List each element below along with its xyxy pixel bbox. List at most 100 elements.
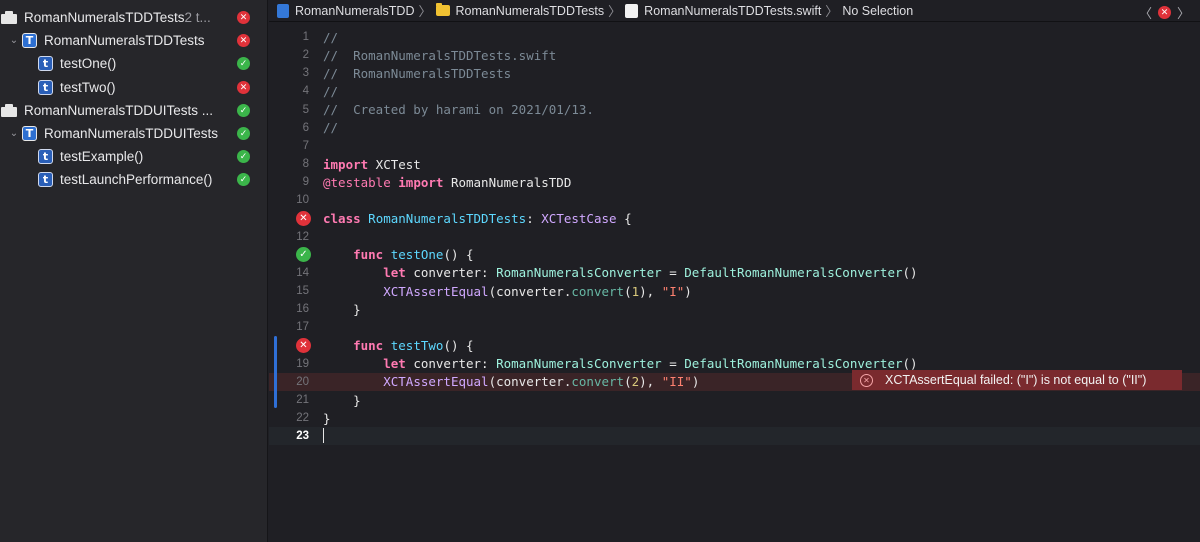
text-cursor <box>323 428 324 443</box>
code-text: // Created by harami on 2021/01/13. <box>323 102 594 117</box>
code-line[interactable]: 8 import XCTest <box>269 155 1200 173</box>
code-line[interactable]: 22} <box>269 409 1200 427</box>
code-token: (converter. <box>488 283 572 299</box>
test-passed-icon[interactable]: ✓ <box>237 150 250 163</box>
test-passed-icon[interactable]: ✓ <box>237 173 250 186</box>
line-number: 14 <box>296 266 309 279</box>
navigator-item-label: testExample() <box>60 149 144 164</box>
code-line[interactable]: 9 @testable import RomanNumeralsTDD <box>269 173 1200 191</box>
code-line[interactable]: 7 <box>269 137 1200 155</box>
code-text: func testTwo() { <box>323 338 473 353</box>
breadcrumb-item[interactable]: RomanNumeralsTDD <box>277 3 415 18</box>
code-token: convert <box>571 374 625 390</box>
code-text: XCTAssertEqual(converter.convert(2), "II… <box>323 374 699 389</box>
breadcrumb-separator: 〉 <box>825 4 839 19</box>
breadcrumb-label: No Selection <box>842 3 914 18</box>
chevron-down-icon[interactable]: ⌄ <box>8 128 20 139</box>
test-failed-icon[interactable]: ✕ <box>237 81 250 94</box>
test-failed-icon[interactable]: ✕ <box>296 210 311 226</box>
code-text: // <box>323 30 338 45</box>
code-text: func testOne() { <box>323 247 474 263</box>
test-case-row[interactable]: t testTwo() ✕ <box>0 76 268 99</box>
line-number: 22 <box>296 412 309 425</box>
code-text: // RomanNumeralsTDDTests <box>323 66 511 81</box>
line-number: 17 <box>296 321 309 334</box>
test-method-icon: t <box>38 149 53 164</box>
code-token: let <box>383 265 406 281</box>
chevron-down-icon[interactable]: ⌄ <box>8 35 20 46</box>
test-case-row[interactable]: t testExample() ✓ <box>0 145 268 168</box>
code-line[interactable]: 18✕ func testTwo() { <box>269 337 1200 355</box>
test-target-row[interactable]: ⌄ T RomanNumeralsTDDTests ✕ <box>0 29 268 52</box>
breadcrumb-item[interactable]: RomanNumeralsTDDTests <box>435 3 604 18</box>
code-line[interactable]: 4 // <box>269 82 1200 100</box>
line-number: 12 <box>296 230 309 243</box>
test-passed-icon[interactable]: ✓ <box>237 104 250 117</box>
issue-indicator-icon[interactable]: ✕ <box>1157 6 1171 19</box>
line-number: 7 <box>302 139 309 152</box>
code-line[interactable]: 3 // RomanNumeralsTDDTests <box>269 64 1200 82</box>
test-failed-icon[interactable]: ✕ <box>237 11 250 24</box>
line-number: 4 <box>302 85 309 98</box>
test-bundle-row[interactable]: RomanNumeralsTDDTests 2 t... ✕ <box>0 6 268 29</box>
test-failed-icon[interactable]: ✕ <box>237 34 250 47</box>
code-line[interactable]: 11✕class RomanNumeralsTDDTests: XCTestCa… <box>269 210 1200 228</box>
line-number: 3 <box>302 67 309 80</box>
code-line[interactable]: 6 // <box>269 119 1200 137</box>
code-line[interactable]: 5 // Created by harami on 2021/01/13. <box>269 101 1200 119</box>
code-line[interactable]: 23 <box>269 427 1200 446</box>
code-line[interactable]: 12 <box>269 228 1200 246</box>
code-line[interactable]: 1 // <box>269 28 1200 46</box>
code-line[interactable]: 16 } <box>269 300 1200 318</box>
test-bundle-row[interactable]: RomanNumeralsTDDUITests ... ✓ <box>0 99 268 122</box>
breadcrumb-item[interactable]: No Selection <box>842 4 913 18</box>
code-token: XCTAssertEqual <box>383 374 489 390</box>
test-passed-icon[interactable]: ✓ <box>296 246 311 262</box>
test-passed-icon[interactable]: ✓ <box>237 57 250 70</box>
code-line[interactable]: 13✓ func testOne() { <box>269 246 1200 264</box>
breadcrumb-label: RomanNumeralsTDDTests.swift <box>644 3 822 18</box>
test-case-row[interactable]: t testOne() ✓ <box>0 52 268 75</box>
code-token: () { <box>443 247 474 263</box>
forward-arrow-icon[interactable]: 〉 <box>1177 3 1190 22</box>
code-line[interactable]: 10 <box>269 191 1200 209</box>
code-token: (converter. <box>488 374 572 390</box>
back-arrow-icon[interactable]: 〈 <box>1139 3 1152 22</box>
line-number: 23 <box>296 430 309 443</box>
code-line[interactable]: 14 let converter: RomanNumeralsConverter… <box>269 264 1200 282</box>
code-text: // <box>323 84 338 99</box>
code-text: XCTAssertEqual(converter.convert(1), "I"… <box>323 284 692 299</box>
line-number: 2 <box>302 49 309 62</box>
code-token: XCTAssertEqual <box>383 283 489 299</box>
test-bundle-icon <box>0 104 18 117</box>
code-line[interactable]: 21 } <box>269 391 1200 409</box>
test-target-row[interactable]: ⌄ T RomanNumeralsTDDUITests ✓ <box>0 122 268 145</box>
code-text: } <box>323 411 331 426</box>
code-token: // <box>323 83 339 99</box>
code-text: // <box>323 120 338 135</box>
code-text: @testable import RomanNumeralsTDD <box>323 175 571 190</box>
code-line[interactable]: 2 // RomanNumeralsTDDTests.swift <box>269 46 1200 64</box>
code-text: import XCTest <box>323 157 421 172</box>
test-failed-icon[interactable]: ✕ <box>296 337 311 353</box>
code-text: // RomanNumeralsTDDTests.swift <box>323 48 556 63</box>
source-editor[interactable]: 1 // 2 // RomanNumeralsTDDTests.swift 3 // Ro… <box>269 23 1200 542</box>
test-passed-icon[interactable]: ✓ <box>237 127 250 140</box>
code-token: @testable <box>323 174 391 190</box>
breadcrumb-label: RomanNumeralsTDD <box>295 3 415 18</box>
inline-error-banner[interactable]: ✕ XCTAssertEqual failed: ("I") is not eq… <box>852 370 1182 390</box>
code-line[interactable]: 15 XCTAssertEqual(converter.convert(1), … <box>269 282 1200 300</box>
code-token: ), <box>639 283 662 299</box>
code-line[interactable]: 17 <box>269 318 1200 336</box>
code-token: "II" <box>661 374 692 390</box>
test-case-row[interactable]: t testLaunchPerformance() ✓ <box>0 168 268 191</box>
breadcrumb-item[interactable]: RomanNumeralsTDDTests.swift <box>625 3 822 18</box>
code-token: 1 <box>631 283 640 299</box>
code-token: RomanNumeralsConverter <box>496 265 662 281</box>
code-token: ( <box>624 374 632 390</box>
breadcrumb-separator: 〉 <box>608 4 622 19</box>
test-navigator: RomanNumeralsTDDTests 2 t... ✕ ⌄ T RomanNume… <box>0 0 268 542</box>
